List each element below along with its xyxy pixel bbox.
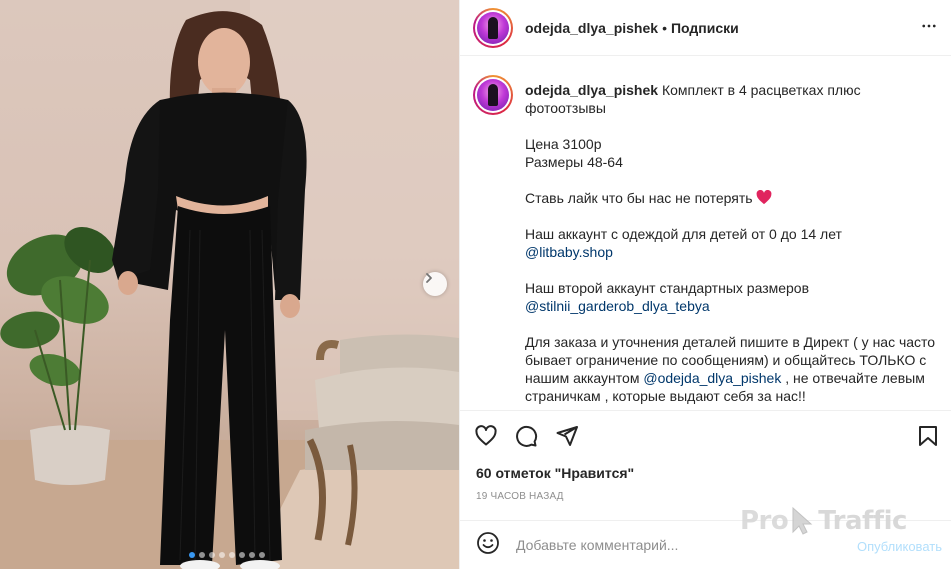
likes-count[interactable]: 60 отметок "Нравится" <box>476 465 634 481</box>
header-separator: • <box>662 19 667 36</box>
mention-link[interactable]: @stilnii_garderob_dlya_tebya <box>525 298 710 314</box>
comment-button[interactable] <box>514 424 538 453</box>
paper-plane-icon <box>556 426 578 446</box>
caption-second-account: Наш второй аккаунт стандартных размеров <box>525 280 810 296</box>
carousel-dot <box>239 552 245 558</box>
caption-sizes: Размеры 48-64 <box>525 154 623 170</box>
caption-avatar[interactable] <box>473 75 513 115</box>
post-photo <box>0 0 459 569</box>
publish-button[interactable]: Опубликовать <box>857 539 942 554</box>
post-timestamp[interactable]: 19 часов назад <box>476 491 564 502</box>
ellipsis-icon <box>922 24 936 28</box>
post-caption: odejda_dlya_pishek Комплект в 4 расцветк… <box>473 75 943 409</box>
caption-username[interactable]: odejda_dlya_pishek <box>525 82 658 98</box>
next-slide-button[interactable] <box>423 272 447 296</box>
caption-kids-account: Наш аккаунт с одеждой для детей от 0 до … <box>525 226 842 242</box>
caption-order-line: , не отвечайте левым <box>785 370 925 386</box>
post-photo-illustration <box>0 0 459 569</box>
red-heart-icon <box>757 190 772 205</box>
share-button[interactable] <box>555 424 579 453</box>
caption-order-line: нашим аккаунтом <box>525 370 640 386</box>
carousel-dot <box>229 552 235 558</box>
follow-button[interactable]: Подписки <box>671 20 739 36</box>
caption-text: odejda_dlya_pishek Комплект в 4 расцветк… <box>525 81 940 409</box>
watermark: Pro Traffic <box>740 506 907 536</box>
carousel-dot <box>199 552 205 558</box>
more-options-button[interactable] <box>920 17 938 40</box>
save-button[interactable] <box>916 424 940 453</box>
post-header: odejda_dlya_pishek • Подписки <box>460 0 951 56</box>
like-button[interactable] <box>474 424 498 453</box>
caption-order-line: Для заказа и уточнения деталей пишите в … <box>525 334 936 350</box>
bookmark-icon <box>919 426 937 446</box>
caption-price: Цена 3100р <box>525 136 602 152</box>
carousel-dot <box>209 552 215 558</box>
post-actions <box>474 424 940 448</box>
carousel-dot <box>259 552 265 558</box>
emoji-button[interactable] <box>476 531 500 560</box>
caption-order-line: бывает ограничение по сообщениям) и обща… <box>525 352 927 368</box>
cursor-icon <box>792 506 813 535</box>
comment-input[interactable] <box>516 537 816 553</box>
heart-outline-icon <box>475 425 497 446</box>
header-username[interactable]: odejda_dlya_pishek <box>525 20 658 36</box>
smiley-icon <box>477 531 499 554</box>
mention-link[interactable]: @odejda_dlya_pishek <box>643 370 781 386</box>
caption-order-line: страничкам , которые выдают себя за нас!… <box>525 388 806 404</box>
carousel-dot <box>219 552 225 558</box>
caption-like-prompt: Ставь лайк что бы нас не потерять <box>525 190 753 206</box>
carousel-dot <box>189 552 195 558</box>
mention-link[interactable]: @litbaby.shop <box>525 244 613 260</box>
speech-bubble-icon <box>516 425 538 447</box>
avatar[interactable] <box>473 7 513 48</box>
watermark-traffic: Traffic <box>818 506 907 536</box>
carousel-dot <box>249 552 255 558</box>
chevron-right-icon <box>426 273 432 283</box>
watermark-pro: Pro <box>740 506 789 536</box>
carousel-indicator <box>189 552 265 558</box>
post-side-panel: odejda_dlya_pishek • Подписки odejda_dly… <box>459 0 951 569</box>
divider <box>460 410 951 411</box>
